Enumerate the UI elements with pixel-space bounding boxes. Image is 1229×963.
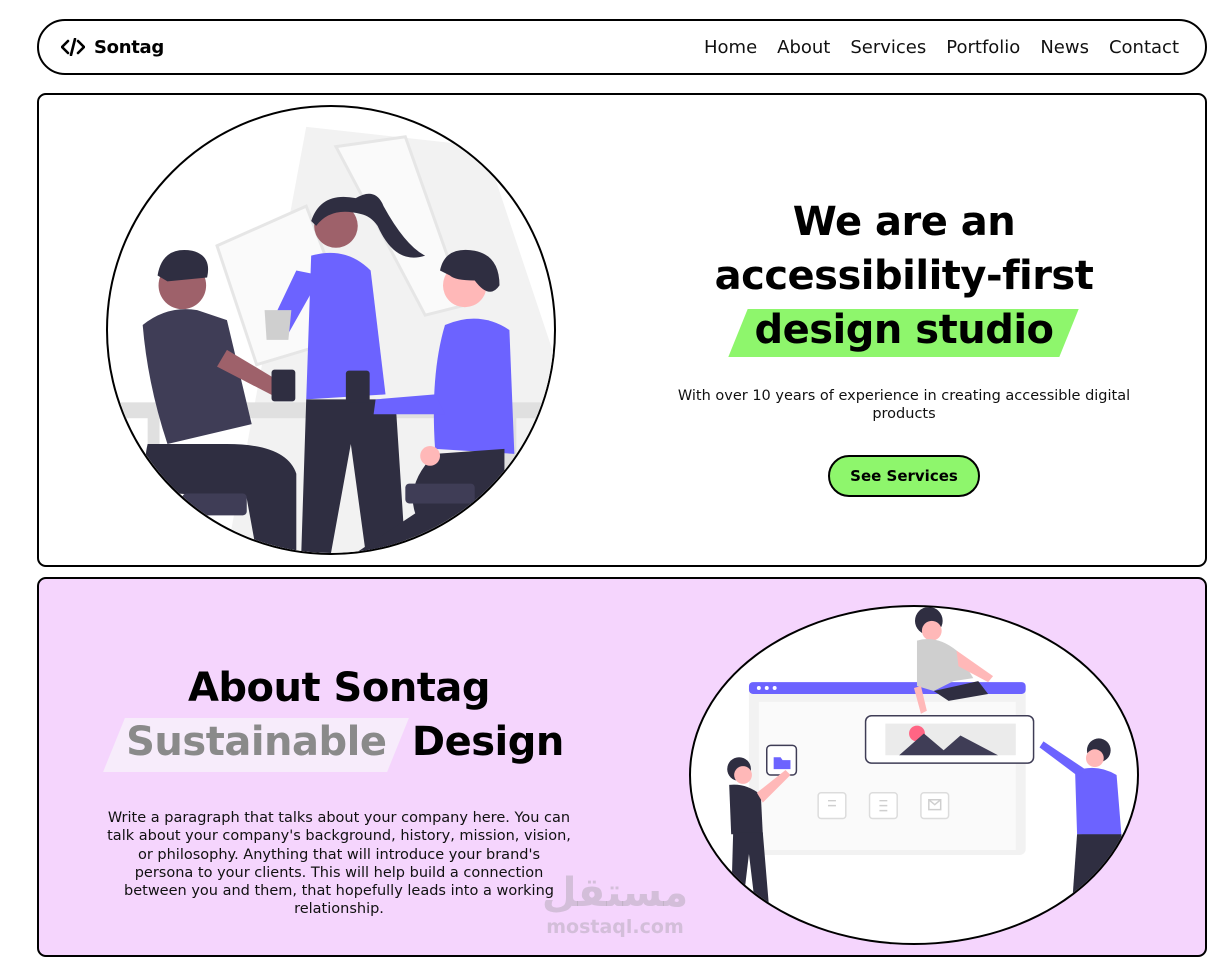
hero-section: We are an accessibility-first design stu… xyxy=(37,93,1207,567)
nav-link-contact[interactable]: Contact xyxy=(1109,37,1179,58)
code-icon xyxy=(61,38,85,56)
nav-link-about[interactable]: About xyxy=(777,37,830,58)
about-text: About Sontag Sustainable Design Write a … xyxy=(99,661,579,919)
see-services-button[interactable]: See Services xyxy=(828,455,980,497)
nav-link-portfolio[interactable]: Portfolio xyxy=(946,37,1020,58)
about-heading-rest: Design xyxy=(411,719,564,765)
about-heading: About Sontag Sustainable Design xyxy=(99,661,579,769)
about-illustration-art xyxy=(727,607,1122,904)
hero-subtitle: With over 10 years of experience in crea… xyxy=(677,388,1131,422)
about-heading-line2: Sustainable Design xyxy=(99,715,579,769)
nav-link-news[interactable]: News xyxy=(1040,37,1089,58)
highlight-marker: design studio xyxy=(738,303,1069,357)
hero-heading-highlight: design studio xyxy=(754,307,1054,353)
nav-link-services[interactable]: Services xyxy=(850,37,926,58)
about-heading-highlight: Sustainable xyxy=(126,719,387,765)
hero-text: We are an accessibility-first design stu… xyxy=(659,195,1149,497)
hero-heading: We are an accessibility-first design stu… xyxy=(659,195,1149,357)
navbar: Sontag Home About Services Portfolio New… xyxy=(37,19,1207,75)
hero-heading-line3: design studio xyxy=(659,303,1149,357)
brand-logo[interactable]: Sontag xyxy=(61,37,164,58)
about-section: About Sontag Sustainable Design Write a … xyxy=(37,577,1207,957)
about-paragraph: Write a paragraph that talks about your … xyxy=(107,810,571,918)
about-heading-line1: About Sontag xyxy=(187,665,491,711)
team-coffee-meeting-illustration xyxy=(106,105,556,555)
nav-links: Home About Services Portfolio News Conta… xyxy=(704,37,1179,58)
sustainable-highlight: Sustainable xyxy=(114,715,398,769)
brand-name: Sontag xyxy=(94,36,164,58)
hero-heading-line2: accessibility-first xyxy=(714,253,1094,299)
team-building-website-illustration xyxy=(689,605,1139,945)
nav-link-home[interactable]: Home xyxy=(704,37,757,58)
hero-heading-line1: We are an xyxy=(792,199,1016,245)
hero-illustration-art xyxy=(117,126,554,553)
